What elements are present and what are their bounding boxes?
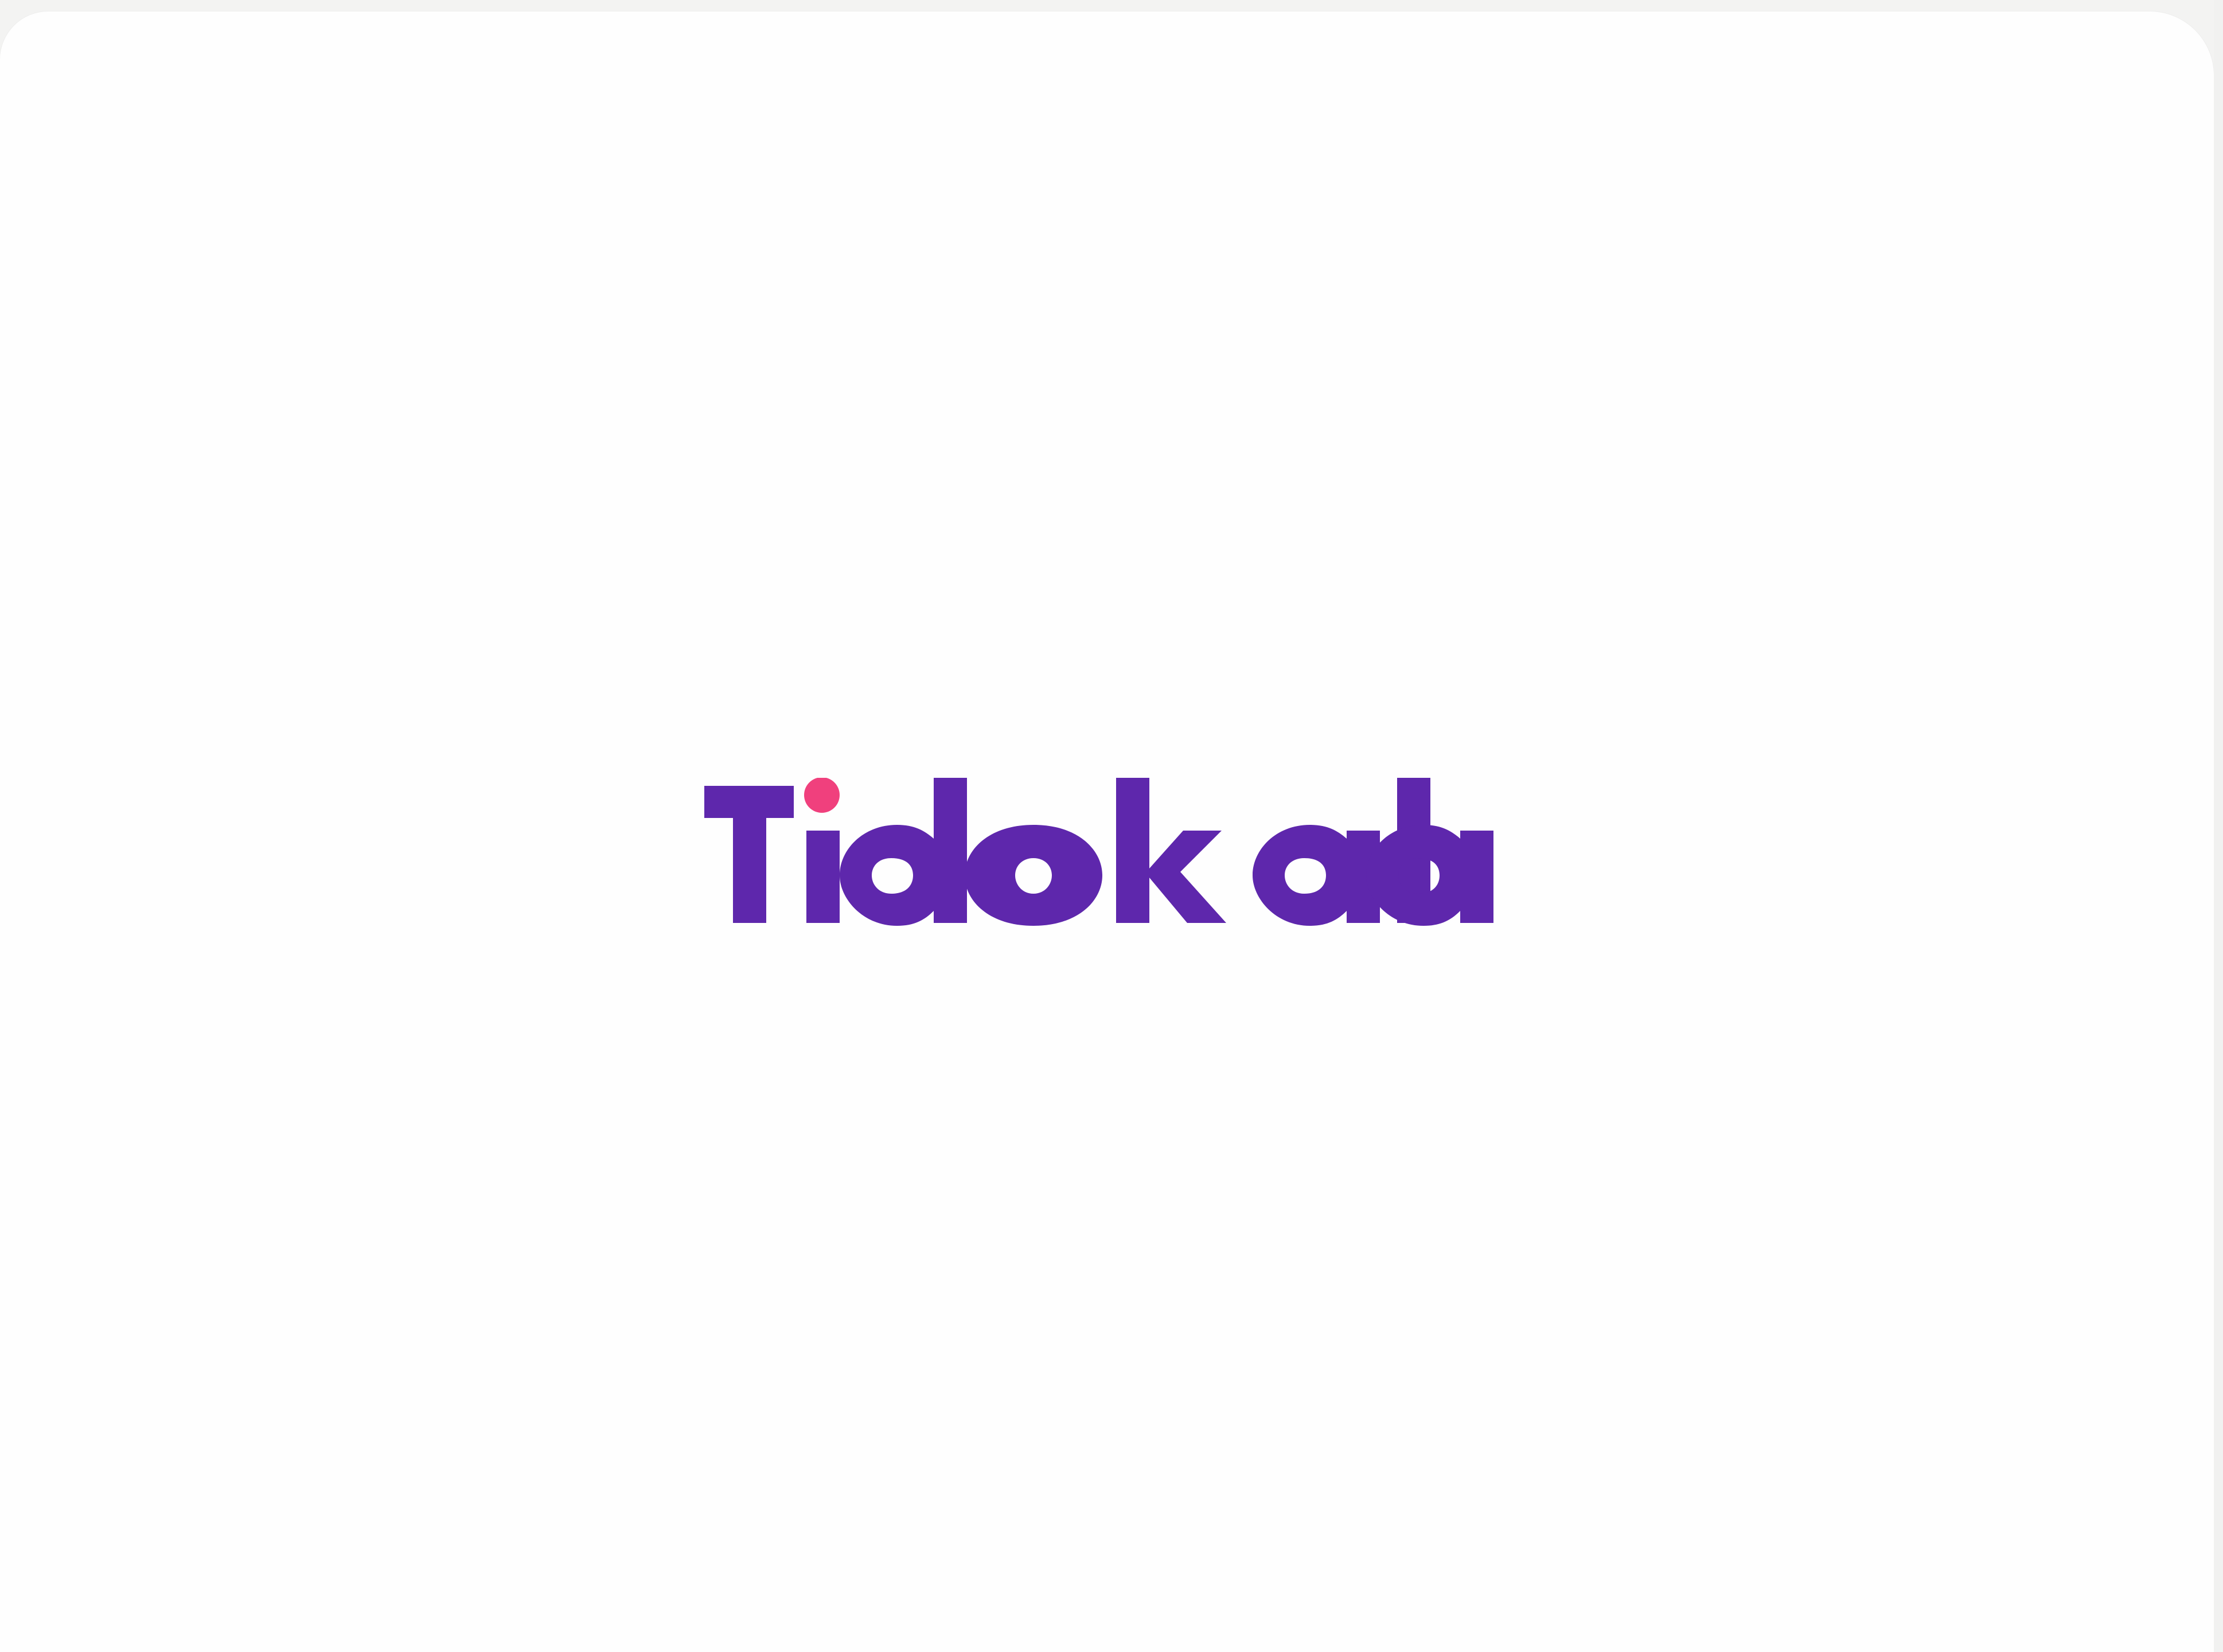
- tidokala-logo: [704, 778, 1493, 926]
- window-edge: [2214, 0, 2223, 1652]
- splash-screen: [0, 11, 2214, 1652]
